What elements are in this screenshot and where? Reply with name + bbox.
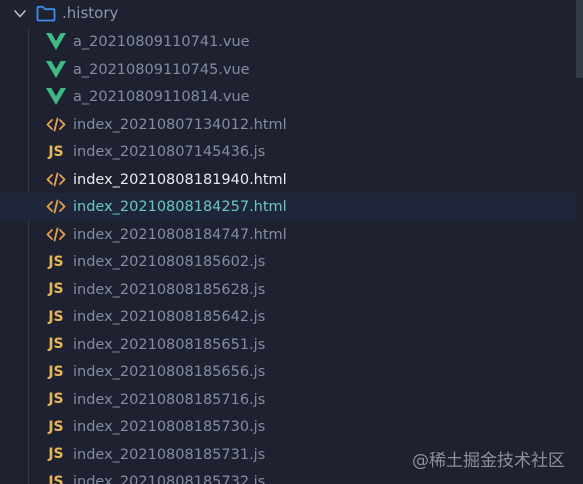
file-item[interactable]: a_20210809110741.vue [0, 28, 583, 55]
file-name: index_20210808185730.js [73, 419, 266, 435]
file-item[interactable]: index_20210808181940.html [0, 166, 583, 193]
file-name: index_20210808185628.js [73, 281, 266, 298]
file-item[interactable]: JS index_20210808185651.js [0, 331, 583, 358]
js-icon: JS [48, 253, 64, 270]
file-name: index_20210808185716.js [73, 391, 266, 408]
js-icon: JS [48, 336, 64, 352]
file-name: index_20210808181940.html [73, 171, 287, 188]
vue-icon [45, 32, 67, 51]
file-item[interactable]: JS index_20210807145436.js [0, 138, 583, 165]
html-icon [45, 225, 67, 244]
scrollbar-track[interactable] [576, 0, 583, 484]
file-name: index_20210808184257.html [73, 199, 287, 215]
file-name: index_20210808185731.js [73, 446, 266, 463]
file-name: a_20210809110814.vue [73, 89, 250, 105]
folder-row-history[interactable]: .history [0, 0, 583, 27]
file-name: index_20210808185732.js [73, 474, 266, 484]
folder-name: .history [62, 4, 119, 22]
file-name: index_20210808185656.js [73, 364, 266, 380]
js-icon: JS [48, 446, 64, 462]
html-icon [45, 197, 67, 216]
file-explorer: .history a_20210809110741.vue a_202108091… [0, 0, 583, 484]
js-icon: JS [48, 473, 64, 484]
file-name: index_20210808185642.js [73, 309, 266, 325]
file-item[interactable]: JS index_20210808185628.js [0, 276, 583, 303]
scrollbar-thumb[interactable] [576, 0, 583, 78]
file-name: index_20210808184747.html [73, 226, 287, 243]
chevron-down-icon[interactable] [12, 6, 28, 22]
js-icon: JS [48, 281, 64, 297]
js-icon: JS [48, 143, 64, 160]
js-icon: JS [48, 363, 64, 380]
html-icon [45, 170, 67, 189]
js-icon: JS [48, 308, 64, 325]
file-item[interactable]: a_20210809110814.vue [0, 83, 583, 110]
watermark: @稀土掘金技术社区 [412, 451, 565, 471]
folder-icon [36, 5, 56, 22]
file-item[interactable]: JS index_20210808185656.js [0, 358, 583, 385]
js-icon: JS [48, 391, 64, 407]
file-item[interactable]: JS index_20210808185730.js [0, 413, 583, 440]
file-item[interactable]: index_20210808184257.html [0, 193, 583, 220]
file-item[interactable]: JS index_20210808185716.js [0, 386, 583, 413]
html-icon [45, 115, 67, 134]
file-name: index_20210808185602.js [73, 254, 266, 270]
file-name: a_20210809110745.vue [73, 61, 250, 78]
file-item[interactable]: index_20210807134012.html [0, 111, 583, 138]
file-name: index_20210808185651.js [73, 336, 266, 353]
file-item[interactable]: JS index_20210808185642.js [0, 303, 583, 330]
vue-icon [45, 60, 67, 79]
file-item[interactable]: a_20210809110745.vue [0, 56, 583, 83]
vue-icon [45, 87, 67, 106]
file-item[interactable]: JS index_20210808185602.js [0, 248, 583, 275]
file-name: a_20210809110741.vue [73, 34, 250, 50]
file-item[interactable]: index_20210808184747.html [0, 221, 583, 248]
file-name: index_20210807145436.js [73, 144, 266, 160]
file-name: index_20210807134012.html [73, 116, 287, 133]
js-icon: JS [48, 418, 64, 435]
